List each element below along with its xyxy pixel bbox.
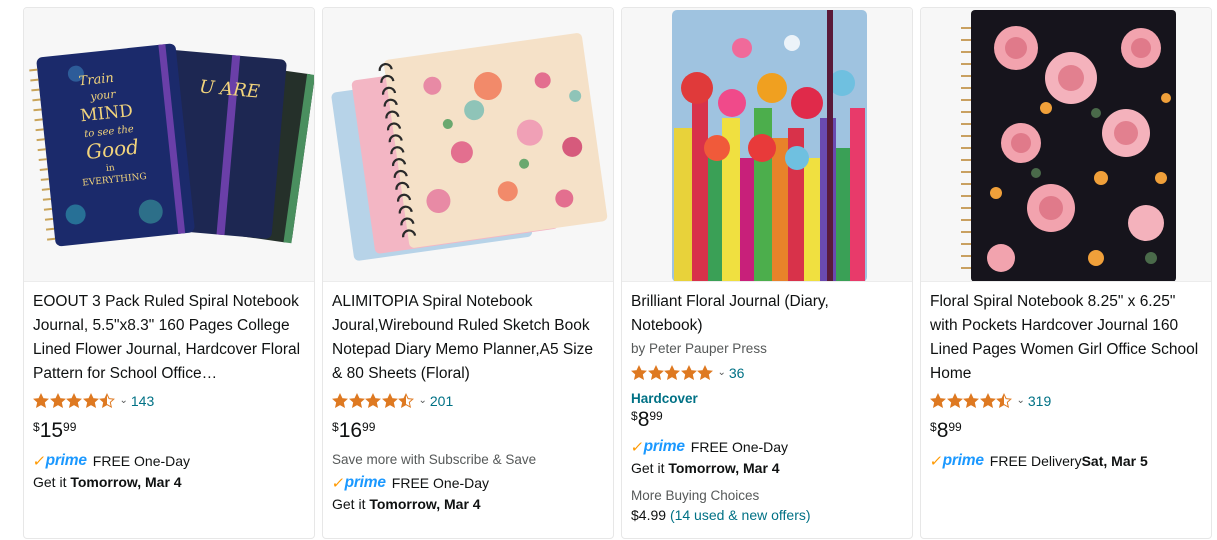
price-whole: 15 [39, 419, 64, 442]
prime-delivery-text: FREE One-Day [391, 475, 490, 491]
star-icon [82, 393, 99, 408]
review-count-link[interactable]: 143 [131, 393, 154, 409]
prime-logo-icon: ✓ prime [629, 438, 685, 456]
chevron-down-icon[interactable]: ⌄ [419, 395, 427, 406]
prime-delivery-text: FREE Delivery [989, 453, 1082, 469]
prime-logo-icon: ✓ prime [330, 474, 386, 492]
rating-row[interactable]: ⌄ 319 [930, 389, 1203, 413]
chevron-down-icon[interactable]: ⌄ [718, 367, 726, 378]
prime-logo-icon: ✓ prime [31, 452, 87, 470]
more-buying-choices-label: More Buying Choices [631, 488, 760, 503]
star-icon [979, 393, 996, 408]
offers-link[interactable]: (14 used & new offers) [670, 507, 811, 523]
rating-row[interactable]: ⌄ 201 [332, 389, 605, 413]
half-star-icon [996, 393, 1012, 408]
product-title-link[interactable]: EOOUT 3 Pack Ruled Spiral Notebook Journ… [33, 290, 306, 386]
rating-row[interactable]: ⌄ 36 [631, 361, 904, 385]
svg-text:in: in [106, 163, 116, 174]
star-icon [348, 393, 365, 408]
star-icon [332, 393, 348, 408]
star-icon [49, 393, 66, 408]
prime-delivery: ✓ prime FREE One-Day [330, 473, 605, 493]
floral-journal-illustration [672, 10, 867, 281]
star-icon [631, 365, 647, 380]
used-new-offers: $4.99 (14 used & new offers) [631, 507, 904, 523]
price-symbol: $ [930, 420, 937, 434]
product-card[interactable]: on! U ARE [23, 7, 315, 539]
review-count-link[interactable]: 319 [1028, 393, 1051, 409]
star-icon [381, 393, 398, 408]
review-count-link[interactable]: 201 [430, 393, 453, 409]
notebook-stack-illustration: on! U ARE [29, 43, 314, 247]
offer-price: $4.99 [631, 507, 667, 523]
product-image[interactable] [323, 8, 613, 282]
delivery-estimate: Get it Tomorrow, Mar 4 [33, 474, 182, 490]
floral-hardcover-notebook-illustration [961, 10, 1176, 281]
half-star-icon [398, 393, 414, 408]
prime-delivery-text: FREE One-Day [690, 439, 789, 455]
product-title-link[interactable]: ALIMITOPIA Spiral Notebook Joural,Wirebo… [332, 290, 605, 386]
price-fraction: 99 [649, 409, 663, 423]
price: $ 8 99 [930, 420, 1203, 444]
price-whole: 16 [338, 419, 363, 442]
delivery-date: Sat, Mar 5 [1081, 453, 1148, 469]
star-icon [930, 393, 946, 408]
star-rating[interactable] [33, 393, 116, 409]
prime-delivery: ✓ prime FREE One-Day [31, 451, 306, 471]
price-fraction: 99 [63, 420, 77, 434]
product-image[interactable]: on! U ARE [24, 8, 314, 282]
star-icon [680, 365, 697, 380]
chevron-down-icon[interactable]: ⌄ [1017, 395, 1025, 406]
delivery-estimate: Get it Tomorrow, Mar 4 [332, 496, 481, 512]
price-symbol: $ [33, 420, 40, 434]
star-icon [963, 393, 979, 408]
star-icon [365, 393, 381, 408]
prime-delivery: ✓ prime FREE One-Day [629, 437, 904, 457]
delivery-estimate: Get it Tomorrow, Mar 4 [631, 460, 780, 476]
price-fraction: 99 [362, 420, 376, 434]
star-icon [946, 393, 963, 408]
product-title-link[interactable]: Floral Spiral Notebook 8.25" x 6.25" wit… [930, 290, 1203, 386]
star-icon [647, 365, 664, 380]
subscribe-save-text: Save more with Subscribe & Save [332, 452, 537, 467]
prime-logo-icon: ✓ prime [928, 452, 984, 470]
star-rating[interactable] [631, 365, 714, 381]
product-image[interactable] [921, 8, 1211, 282]
price-fraction: 99 [948, 420, 962, 434]
delivery-date: Tomorrow, Mar 4 [369, 496, 481, 512]
star-icon [33, 393, 49, 408]
product-title-link[interactable]: Brilliant Floral Journal (Diary, Noteboo… [631, 290, 904, 338]
chevron-down-icon[interactable]: ⌄ [120, 395, 128, 406]
prime-delivery: ✓ prime FREE Delivery Sat, Mar 5 [928, 451, 1203, 471]
star-rating[interactable] [332, 393, 415, 409]
price-symbol: $ [332, 420, 339, 434]
review-count-link[interactable]: 36 [729, 365, 745, 381]
price: $ 8 99 [631, 409, 904, 433]
half-star-icon [99, 393, 115, 408]
star-icon [66, 393, 82, 408]
price: $ 15 99 [33, 420, 306, 444]
price: $ 16 99 [332, 420, 605, 444]
star-icon [664, 365, 680, 380]
price-symbol: $ [631, 409, 638, 423]
floral-spiral-notebooks-illustration [331, 33, 608, 261]
format-link[interactable]: Hardcover [631, 391, 904, 406]
price-whole: 8 [936, 419, 949, 442]
star-rating[interactable] [930, 393, 1013, 409]
product-image[interactable] [622, 8, 912, 282]
prime-delivery-text: FREE One-Day [92, 453, 191, 469]
product-card[interactable]: Brilliant Floral Journal (Diary, Noteboo… [621, 7, 913, 539]
delivery-date: Tomorrow, Mar 4 [70, 474, 182, 490]
delivery-date: Tomorrow, Mar 4 [668, 460, 780, 476]
star-icon [697, 365, 713, 380]
product-card[interactable]: ALIMITOPIA Spiral Notebook Joural,Wirebo… [322, 7, 614, 539]
product-card[interactable]: Floral Spiral Notebook 8.25" x 6.25" wit… [920, 7, 1212, 539]
rating-row[interactable]: ⌄ 143 [33, 389, 306, 413]
price-whole: 8 [637, 408, 650, 431]
author-text: by Peter Pauper Press [631, 341, 767, 356]
